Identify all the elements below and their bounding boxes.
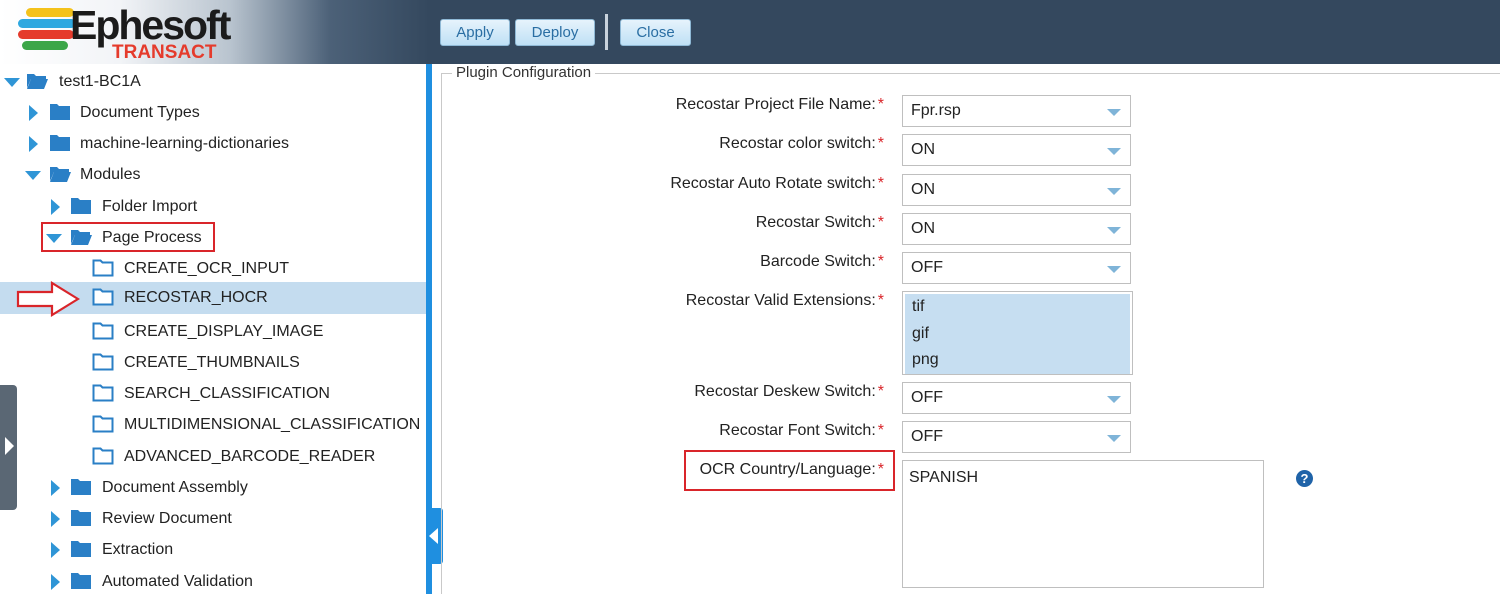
app-header: Ephesoft TRANSACT Apply Deploy Close	[0, 0, 1500, 64]
folder-outline-icon	[92, 288, 114, 306]
valid-extensions-listbox[interactable]: tif gif png	[902, 291, 1133, 375]
tree-node-label: Document Assembly	[102, 479, 248, 496]
extension-option[interactable]: tif	[905, 294, 1130, 321]
field-label: Recostar Font Switch: *	[719, 422, 884, 439]
dropdown-caret-icon	[1107, 435, 1121, 442]
field-label: Recostar Valid Extensions: *	[685, 292, 884, 309]
plugin-configuration-legend: Plugin Configuration	[452, 64, 596, 81]
tree-node-label: RECOSTAR_HOCR	[124, 289, 268, 306]
folder-outline-icon	[92, 384, 114, 402]
tree-node-plugin[interactable]: CREATE_THUMBNAILS	[0, 348, 426, 378]
tree-node-document-types[interactable]: Document Types	[0, 98, 426, 128]
batch-class-tree: test1-BC1A Document Types machine-learni…	[0, 64, 426, 594]
deploy-button[interactable]: Deploy	[515, 19, 595, 46]
collapsed-arrow-icon[interactable]	[51, 480, 60, 496]
folder-outline-icon	[92, 259, 114, 277]
toolbar-divider	[605, 14, 608, 50]
expand-arrow-icon	[5, 437, 14, 455]
folder-icon	[71, 510, 91, 526]
field-label: Recostar Switch: *	[755, 214, 884, 231]
collapsed-arrow-icon[interactable]	[51, 199, 60, 215]
tree-node-plugin[interactable]: CREATE_DISPLAY_IMAGE	[0, 317, 426, 347]
tree-node-label: Document Types	[80, 104, 200, 121]
tree-node-label: Modules	[80, 166, 141, 183]
collapsed-arrow-icon[interactable]	[51, 574, 60, 590]
tree-node-plugin[interactable]: ADVANCED_BARCODE_READER	[0, 442, 426, 472]
tree-node-label: SEARCH_CLASSIFICATION	[124, 385, 330, 402]
collapsed-arrow-icon[interactable]	[29, 136, 38, 152]
field-label: Recostar Deskew Switch: *	[694, 383, 884, 400]
folder-icon	[71, 541, 91, 557]
auto-rotate-select[interactable]: ON	[902, 174, 1131, 206]
deskew-switch-select[interactable]: OFF	[902, 382, 1131, 414]
tree-node-label: MULTIDIMENSIONAL_CLASSIFICATION	[124, 416, 421, 433]
tree-node-plugin[interactable]: SEARCH_CLASSIFICATION	[0, 379, 426, 409]
dropdown-caret-icon	[1107, 227, 1121, 234]
page-process-highlight	[41, 222, 215, 252]
folder-outline-icon	[92, 447, 114, 465]
tree-node-root[interactable]: test1-BC1A	[0, 67, 426, 97]
tree-node-plugin[interactable]: MULTIDIMENSIONAL_CLASSIFICATION	[0, 410, 426, 440]
folder-open-icon	[50, 167, 71, 182]
collapsed-arrow-icon[interactable]	[51, 542, 60, 558]
project-file-select[interactable]: Fpr.rsp	[902, 95, 1131, 127]
folder-outline-icon	[92, 415, 114, 433]
pointer-arrow-icon	[16, 281, 80, 317]
tree-node-module[interactable]: Document Assembly	[0, 473, 426, 503]
barcode-switch-select[interactable]: OFF	[902, 252, 1131, 284]
tree-node-label: CREATE_THUMBNAILS	[124, 354, 300, 371]
expanded-arrow-icon[interactable]	[25, 171, 41, 180]
folder-open-icon	[27, 74, 48, 89]
tree-node-label: Extraction	[102, 541, 174, 558]
collapsed-arrow-icon[interactable]	[29, 105, 38, 121]
close-button[interactable]: Close	[620, 19, 691, 46]
folder-icon	[71, 573, 91, 589]
tree-node-plugin[interactable]: CREATE_OCR_INPUT	[0, 254, 426, 284]
extension-option[interactable]: png	[905, 347, 1130, 374]
dropdown-caret-icon	[1107, 396, 1121, 403]
collapse-arrow-icon	[429, 528, 438, 544]
font-switch-select[interactable]: OFF	[902, 421, 1131, 453]
tree-node-label: Folder Import	[102, 198, 198, 215]
tree-node-label: machine-learning-dictionaries	[80, 135, 289, 152]
field-label: Recostar Auto Rotate switch: *	[670, 175, 884, 192]
field-label: Recostar Project File Name: *	[675, 96, 884, 113]
expanded-arrow-icon[interactable]	[4, 78, 20, 87]
folder-outline-icon	[92, 353, 114, 371]
field-label: Recostar color switch: *	[719, 135, 884, 152]
tree-node-label: Automated Validation	[102, 573, 253, 590]
tree-node-label: test1-BC1A	[59, 73, 141, 90]
tree-node-ml-dictionaries[interactable]: machine-learning-dictionaries	[0, 129, 426, 159]
field-label: Barcode Switch: *	[760, 253, 884, 270]
logo-subtitle: TRANSACT	[112, 42, 217, 63]
dropdown-caret-icon	[1107, 148, 1121, 155]
dropdown-caret-icon	[1107, 266, 1121, 273]
tree-node-label: CREATE_DISPLAY_IMAGE	[124, 323, 324, 340]
collapsed-arrow-icon[interactable]	[51, 511, 60, 527]
apply-button[interactable]: Apply	[440, 19, 510, 46]
recostar-switch-select[interactable]: ON	[902, 213, 1131, 245]
help-icon[interactable]: ?	[1296, 470, 1313, 487]
ocr-language-textarea[interactable]: SPANISH	[902, 460, 1264, 588]
dropdown-caret-icon	[1107, 109, 1121, 116]
tree-node-modules[interactable]: Modules	[0, 160, 426, 190]
tree-node-folder-import[interactable]: Folder Import	[0, 192, 426, 222]
folder-icon	[71, 479, 91, 495]
color-switch-select[interactable]: ON	[902, 134, 1131, 166]
folder-icon	[71, 198, 91, 214]
ephesoft-logo: Ephesoft TRANSACT	[18, 2, 248, 63]
folder-icon	[50, 104, 70, 120]
folder-icon	[50, 135, 70, 151]
tree-node-module[interactable]: Review Document	[0, 504, 426, 534]
tree-node-label: CREATE_OCR_INPUT	[124, 260, 290, 277]
extension-option[interactable]: gif	[905, 320, 1130, 347]
folder-outline-icon	[92, 322, 114, 340]
tree-node-label: Review Document	[102, 510, 232, 527]
tree-node-module[interactable]: Automated Validation	[0, 567, 426, 594]
tree-node-label: ADVANCED_BARCODE_READER	[124, 448, 376, 465]
expand-left-panel-tab[interactable]	[0, 385, 17, 510]
dropdown-caret-icon	[1107, 188, 1121, 195]
ocr-language-highlight	[684, 450, 895, 491]
tree-node-module[interactable]: Extraction	[0, 535, 426, 565]
